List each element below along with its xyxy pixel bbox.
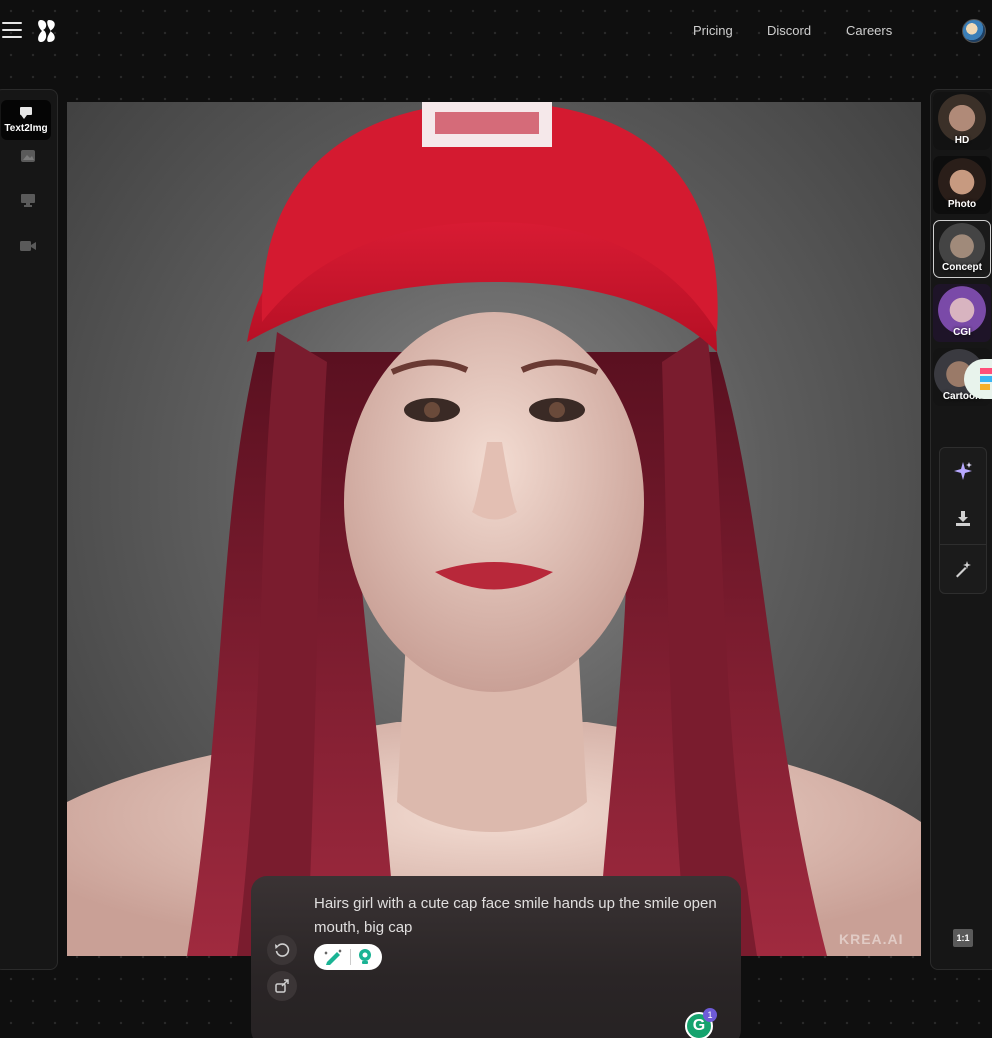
left-toolbar: Text2Img bbox=[0, 89, 58, 970]
top-header: Pricing Discord Careers bbox=[0, 0, 992, 62]
video-icon bbox=[20, 241, 36, 251]
grammarly-icon: G bbox=[692, 1017, 706, 1034]
nav-discord-link[interactable]: Discord bbox=[767, 23, 811, 38]
tool-text2img-label: Text2Img bbox=[4, 123, 48, 134]
prompt-panel: Hairs girl with a cute cap face smile ha… bbox=[251, 876, 741, 1038]
krea-watermark: KREA.AI bbox=[839, 931, 904, 947]
magic-edit-button[interactable] bbox=[940, 546, 986, 592]
style-photo[interactable]: Photo bbox=[933, 156, 991, 214]
tool-image[interactable] bbox=[19, 147, 37, 165]
pencil-sparkle-icon bbox=[323, 949, 342, 965]
tool-text2img[interactable]: Text2Img bbox=[1, 100, 51, 140]
image-icon bbox=[21, 150, 35, 162]
floating-extension-widget[interactable] bbox=[964, 359, 992, 399]
lightbulb-icon bbox=[358, 949, 371, 964]
monitor-icon bbox=[21, 194, 35, 207]
share-button[interactable] bbox=[267, 971, 297, 1001]
nav-pricing-link[interactable]: Pricing bbox=[693, 23, 733, 38]
text2img-icon bbox=[20, 107, 32, 119]
enhance-button[interactable] bbox=[940, 448, 986, 494]
download-button[interactable] bbox=[940, 495, 986, 541]
hamburger-menu-icon[interactable] bbox=[2, 22, 22, 40]
style-hd[interactable]: HD bbox=[933, 92, 991, 150]
portrait-illustration bbox=[67, 102, 921, 956]
download-icon bbox=[956, 511, 970, 526]
prompt-input[interactable]: Hairs girl with a cute cap face smile ha… bbox=[314, 892, 729, 940]
action-divider bbox=[940, 544, 986, 545]
extension-pill[interactable] bbox=[314, 944, 382, 970]
grammarly-button[interactable]: G 1 bbox=[685, 1008, 717, 1038]
style-cgi-label: CGI bbox=[953, 327, 971, 338]
aspect-ratio-button[interactable]: 1:1 bbox=[953, 929, 973, 947]
rotate-ccw-icon bbox=[275, 943, 290, 957]
image-actions bbox=[939, 447, 987, 594]
nav-careers-link[interactable]: Careers bbox=[846, 23, 892, 38]
share-icon bbox=[275, 979, 289, 993]
style-cgi[interactable]: CGI bbox=[933, 284, 991, 342]
tool-video[interactable] bbox=[19, 237, 37, 255]
style-photo-label: Photo bbox=[947, 199, 977, 210]
style-concept[interactable]: Concept bbox=[933, 220, 991, 278]
magic-wand-icon bbox=[956, 561, 971, 578]
grammarly-badge: 1 bbox=[703, 1008, 717, 1022]
tool-monitor[interactable] bbox=[19, 191, 37, 209]
krea-logo[interactable] bbox=[38, 18, 58, 44]
sparkle-icon bbox=[954, 462, 972, 480]
pill-separator bbox=[349, 949, 351, 965]
generated-image bbox=[67, 102, 921, 956]
extension-logo-icon bbox=[980, 368, 992, 390]
style-concept-label: Concept bbox=[942, 262, 982, 273]
style-hd-label: HD bbox=[954, 135, 970, 146]
reset-button[interactable] bbox=[267, 935, 297, 965]
user-avatar[interactable] bbox=[962, 19, 986, 43]
